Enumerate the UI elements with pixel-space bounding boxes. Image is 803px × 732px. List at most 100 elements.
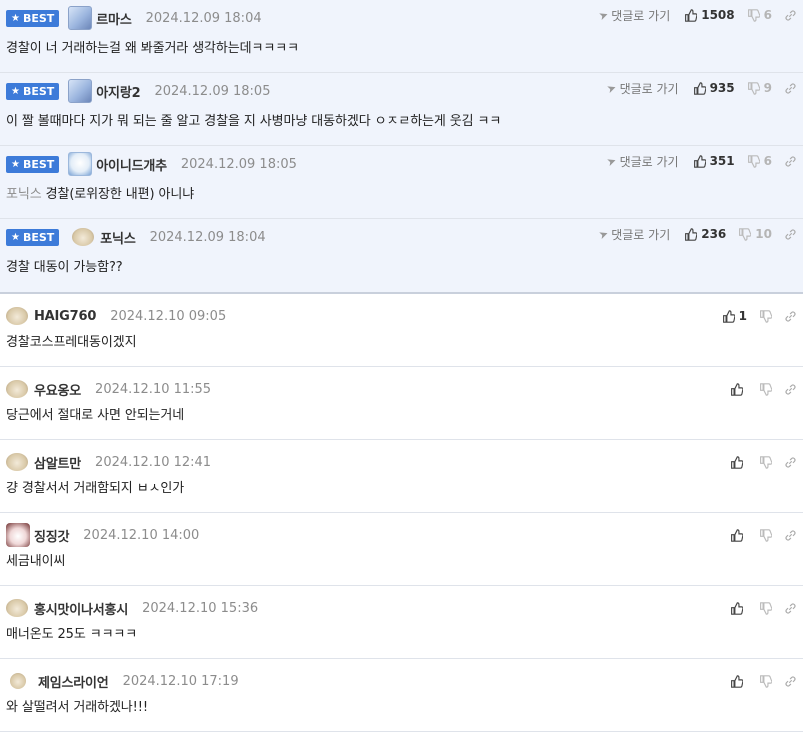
go-to-reply-link[interactable]: ➤ 댓글로 가기 — [597, 7, 671, 24]
link-button[interactable] — [784, 155, 797, 168]
like-button[interactable]: 351 — [693, 154, 735, 168]
comment: 징징갓 2024.12.10 14:00 세금내이씨 — [0, 513, 803, 586]
comment: HAIG760 2024.12.10 09:05 1 경찰코스프레대동이겠지 — [0, 294, 803, 367]
go-to-reply-link[interactable]: ➤ 댓글로 가기 — [597, 226, 670, 243]
robot-avatar[interactable] — [68, 79, 93, 103]
link-button[interactable] — [784, 602, 797, 615]
send-arrow-icon: ➤ — [597, 7, 611, 23]
timestamp: 2024.12.09 18:04 — [145, 10, 262, 26]
like-button[interactable] — [730, 674, 747, 688]
comment-tools — [730, 453, 797, 471]
like-count: 1508 — [701, 8, 735, 22]
reply-target-tag[interactable]: 포닉스 — [6, 187, 42, 202]
timestamp: 2024.12.10 17:19 — [122, 673, 239, 689]
thumbs-up-icon — [731, 455, 743, 469]
like-button[interactable] — [730, 601, 747, 615]
best-badge: ★ BEST — [6, 228, 60, 246]
puppy-avatar[interactable] — [72, 228, 95, 246]
link-button[interactable] — [784, 82, 797, 95]
like-button[interactable] — [730, 528, 747, 542]
thumbs-down-icon — [747, 8, 760, 22]
comment-text: 경찰 대동이 가능함?? — [6, 260, 123, 275]
dislike-button[interactable] — [759, 674, 772, 688]
dog-avatar[interactable] — [6, 523, 30, 547]
link-button[interactable] — [784, 675, 797, 688]
dislike-button[interactable]: 6 — [747, 154, 772, 168]
best-comment: ★ BEST 르마스 2024.12.09 18:04 ➤ 댓글로 가기 1508 … — [0, 0, 803, 73]
puppy-avatar[interactable] — [6, 380, 28, 398]
like-count: 935 — [709, 81, 735, 95]
reply-label: 댓글로 가기 — [611, 8, 671, 23]
timestamp: 2024.12.09 18:05 — [154, 83, 271, 99]
puppy-avatar[interactable] — [6, 307, 28, 325]
like-button[interactable] — [730, 455, 747, 469]
best-comments: ★ BEST 르마스 2024.12.09 18:04 ➤ 댓글로 가기 1508 … — [0, 0, 803, 294]
dislike-button[interactable]: 9 — [747, 81, 772, 95]
best-comment: ★ BEST 포닉스 2024.12.09 18:04 ➤ 댓글로 가기 236 1… — [0, 219, 803, 292]
nickname[interactable]: 징징갓 — [34, 526, 69, 545]
comment-text: 경찰코스프레대동이겠지 — [6, 335, 137, 350]
comment: 제임스라이언 2024.12.10 17:19 와 살떨려서 거래하겠나!!! — [0, 659, 803, 732]
link-button[interactable] — [784, 310, 797, 323]
nickname[interactable]: 우요옹오 — [34, 380, 81, 399]
link-icon — [785, 383, 796, 395]
dislike-button[interactable] — [759, 382, 772, 396]
link-button[interactable] — [784, 383, 797, 396]
dislike-button[interactable]: 6 — [747, 8, 772, 22]
link-button[interactable] — [784, 456, 797, 469]
dislike-button[interactable] — [759, 528, 772, 542]
comment-header: ★ BEST 르마스 2024.12.09 18:04 — [6, 6, 262, 30]
robot-avatar[interactable] — [68, 6, 93, 30]
dislike-count: 6 — [763, 8, 772, 22]
baby-avatar[interactable] — [68, 152, 93, 176]
best-badge-label: BEST — [22, 84, 55, 98]
nickname[interactable]: 포닉스 — [100, 228, 135, 247]
nickname[interactable]: HAIG760 — [34, 309, 96, 324]
timestamp: 2024.12.09 18:04 — [149, 229, 266, 245]
timestamp: 2024.12.10 12:41 — [95, 454, 212, 470]
thumbs-up-icon — [722, 309, 735, 323]
puppy-avatar[interactable] — [6, 453, 28, 471]
like-button[interactable]: 1508 — [684, 8, 735, 22]
comment-tools — [730, 599, 797, 617]
dislike-button[interactable] — [759, 601, 772, 615]
best-badge: ★ BEST — [6, 9, 60, 27]
go-to-reply-link[interactable]: ➤ 댓글로 가기 — [605, 80, 678, 97]
link-icon — [785, 228, 796, 240]
link-button[interactable] — [784, 529, 797, 542]
puppy-avatar[interactable] — [6, 599, 28, 617]
link-icon — [785, 675, 796, 687]
thumbs-up-icon — [731, 674, 743, 688]
dislike-button[interactable] — [759, 309, 772, 323]
thumbs-down-icon — [760, 674, 772, 688]
nickname[interactable]: 홍시맛이나서홍시 — [34, 599, 128, 618]
like-button[interactable]: 935 — [693, 81, 735, 95]
link-icon — [785, 310, 796, 322]
go-to-reply-link[interactable]: ➤ 댓글로 가기 — [605, 153, 678, 170]
comment-header: 징징갓 2024.12.10 14:00 — [6, 523, 199, 547]
dislike-button[interactable] — [759, 455, 772, 469]
like-button[interactable]: 1 — [722, 309, 747, 323]
comment-list: ★ BEST 르마스 2024.12.09 18:04 ➤ 댓글로 가기 1508 … — [0, 0, 803, 732]
puppy-avatar[interactable] — [10, 673, 26, 689]
dislike-button[interactable]: 10 — [738, 227, 772, 241]
link-button[interactable] — [784, 9, 797, 22]
nickname[interactable]: 르마스 — [96, 9, 131, 28]
like-button[interactable] — [730, 382, 747, 396]
like-count: 1 — [738, 309, 747, 323]
nickname[interactable]: 아지랑2 — [96, 82, 140, 101]
comment-text: 세금내이씨 — [6, 554, 66, 569]
nickname[interactable]: 삼알트만 — [34, 453, 81, 472]
nickname[interactable]: 제임스라이언 — [38, 672, 109, 691]
link-button[interactable] — [784, 228, 797, 241]
best-comment: ★ BEST 아이니드개추 2024.12.09 18:05 ➤ 댓글로 가기 35… — [0, 146, 803, 219]
nickname[interactable]: 아이니드개추 — [96, 155, 167, 174]
comment-header: ★ BEST 아이니드개추 2024.12.09 18:05 — [6, 152, 297, 176]
timestamp: 2024.12.09 18:05 — [180, 156, 297, 172]
like-count: 351 — [709, 154, 735, 168]
comment-tools: ➤ 댓글로 가기 1508 6 — [597, 6, 797, 24]
comment-text-content: 경찰(로위장한 내편) 아니냐 — [45, 187, 195, 202]
dislike-count: 10 — [755, 227, 772, 241]
thumbs-up-icon — [685, 8, 698, 22]
like-button[interactable]: 236 — [684, 227, 726, 241]
